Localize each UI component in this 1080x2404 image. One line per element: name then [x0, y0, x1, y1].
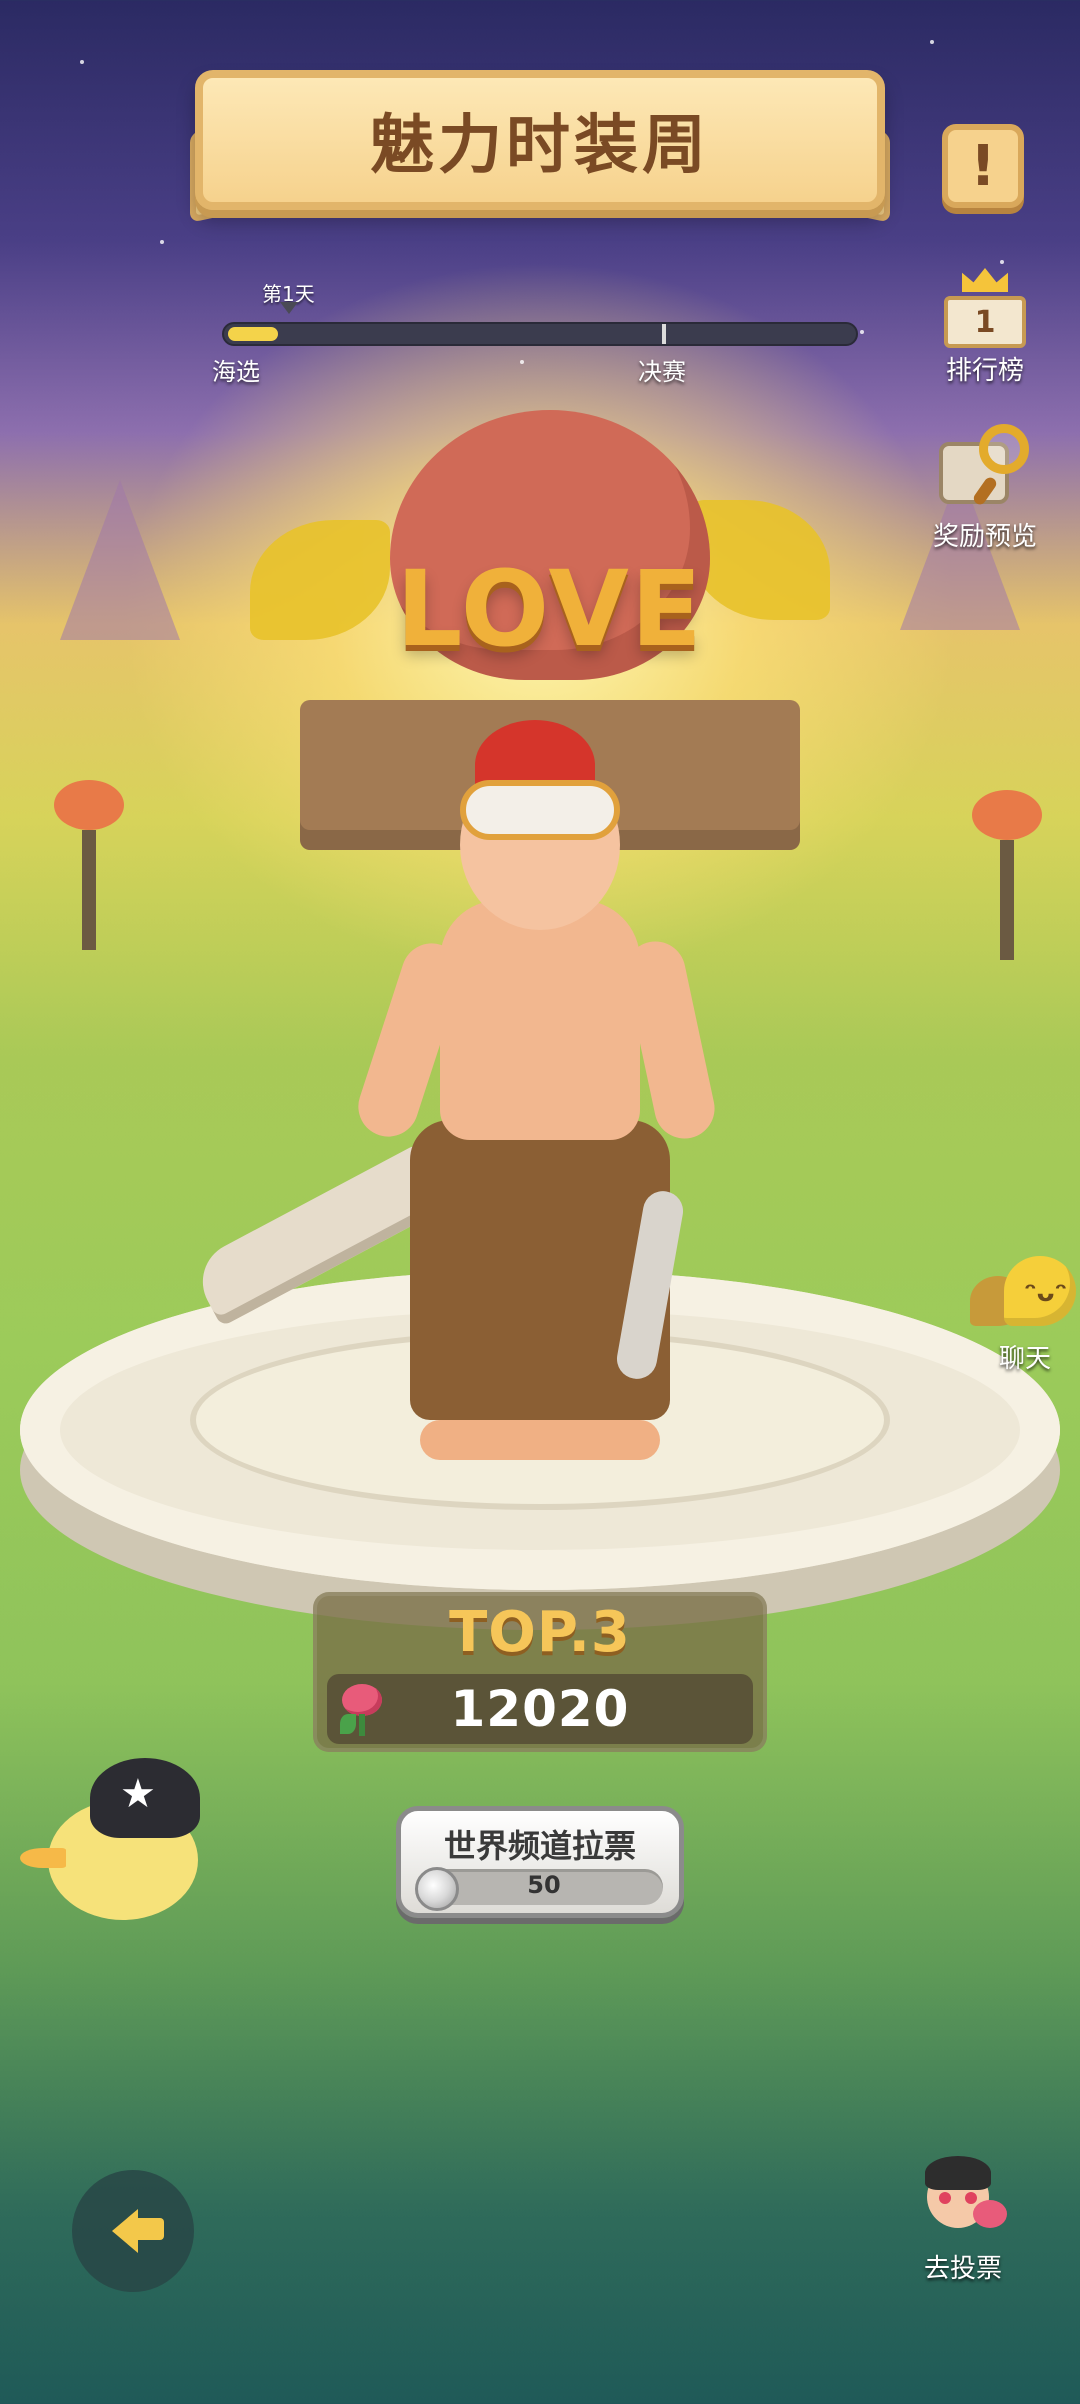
- progress-fill: [228, 327, 278, 341]
- character-feet: [420, 1420, 660, 1460]
- sky-star: [1000, 260, 1004, 264]
- charm-score-value: 12020: [450, 1680, 630, 1738]
- chat-button[interactable]: ᵔᴗᵔ 聊天: [960, 1256, 1080, 1375]
- top-rank-label: TOP.3: [449, 1600, 631, 1665]
- stage-label-final: 决赛: [638, 358, 686, 386]
- sky-star: [520, 360, 524, 364]
- silver-coin-icon: [415, 1867, 459, 1911]
- go-vote-label: 去投票: [923, 2254, 1002, 2284]
- mascot-bird[interactable]: ★: [20, 1740, 220, 1940]
- canvass-cost-value: 50: [527, 1871, 561, 1899]
- exclamation-icon: !: [970, 133, 996, 199]
- sky-star: [930, 40, 934, 44]
- love-monument-text: LOVE: [396, 548, 704, 670]
- magnifier-chest-icon: [935, 424, 1035, 514]
- event-progress-bar: [222, 322, 858, 346]
- background-tree: [60, 480, 180, 640]
- back-button[interactable]: [72, 2170, 194, 2292]
- player-character[interactable]: [188, 720, 780, 1520]
- canvass-button-label: 世界频道拉票: [443, 1827, 636, 1865]
- flower-pot: [54, 780, 124, 960]
- canvass-cost-bar: 50: [425, 1869, 663, 1905]
- sky-star: [160, 240, 164, 244]
- sky-star: [860, 330, 864, 334]
- ranking-podium-icon: 1: [940, 268, 1030, 348]
- page-title: 魅力时装周: [370, 109, 710, 183]
- stage-label-audition: 海选: [212, 358, 260, 386]
- leaderboard-label: 排行榜: [945, 356, 1024, 386]
- reward-preview-button[interactable]: 奖励预览: [920, 424, 1050, 553]
- chat-label: 聊天: [998, 1344, 1051, 1374]
- star-icon: ★: [120, 1771, 156, 1817]
- character-torso: [440, 900, 640, 1140]
- leaderboard-button[interactable]: 1 排行榜: [920, 268, 1050, 387]
- sky-star: [80, 60, 84, 64]
- avatar-with-rose-icon: [913, 2152, 1013, 2248]
- info-button[interactable]: !: [942, 124, 1024, 208]
- flower-pot: [972, 790, 1042, 970]
- rank-digit: 1: [944, 296, 1026, 348]
- final-stage-marker: [662, 324, 666, 344]
- back-arrow-tail: [128, 2218, 164, 2240]
- world-channel-canvass-button[interactable]: 世界频道拉票 50: [396, 1806, 684, 1918]
- day-caret-icon: [280, 302, 298, 314]
- game-scene: LOVE: [0, 0, 1080, 2404]
- title-banner: 魅力时装周: [195, 70, 885, 210]
- chat-bubble-icon: ᵔᴗᵔ: [970, 1256, 1080, 1336]
- go-vote-button[interactable]: 去投票: [898, 2152, 1028, 2285]
- reward-preview-label: 奖励预览: [932, 522, 1037, 552]
- character-headdress: [460, 780, 620, 840]
